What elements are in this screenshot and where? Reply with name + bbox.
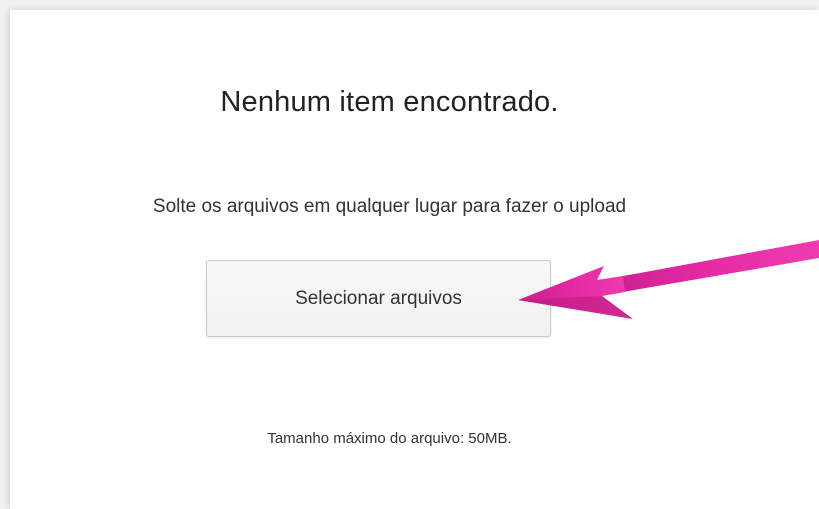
max-file-size-note: Tamanho máximo do arquivo: 50MB. [267, 430, 512, 447]
upload-panel: Nenhum item encontrado. Solte os arquivo… [10, 10, 819, 509]
select-files-button[interactable]: Selecionar arquivos [206, 260, 551, 337]
drop-instructions: Solte os arquivos em qualquer lugar para… [152, 196, 627, 217]
empty-state-title: Nenhum item encontrado. [220, 86, 559, 118]
